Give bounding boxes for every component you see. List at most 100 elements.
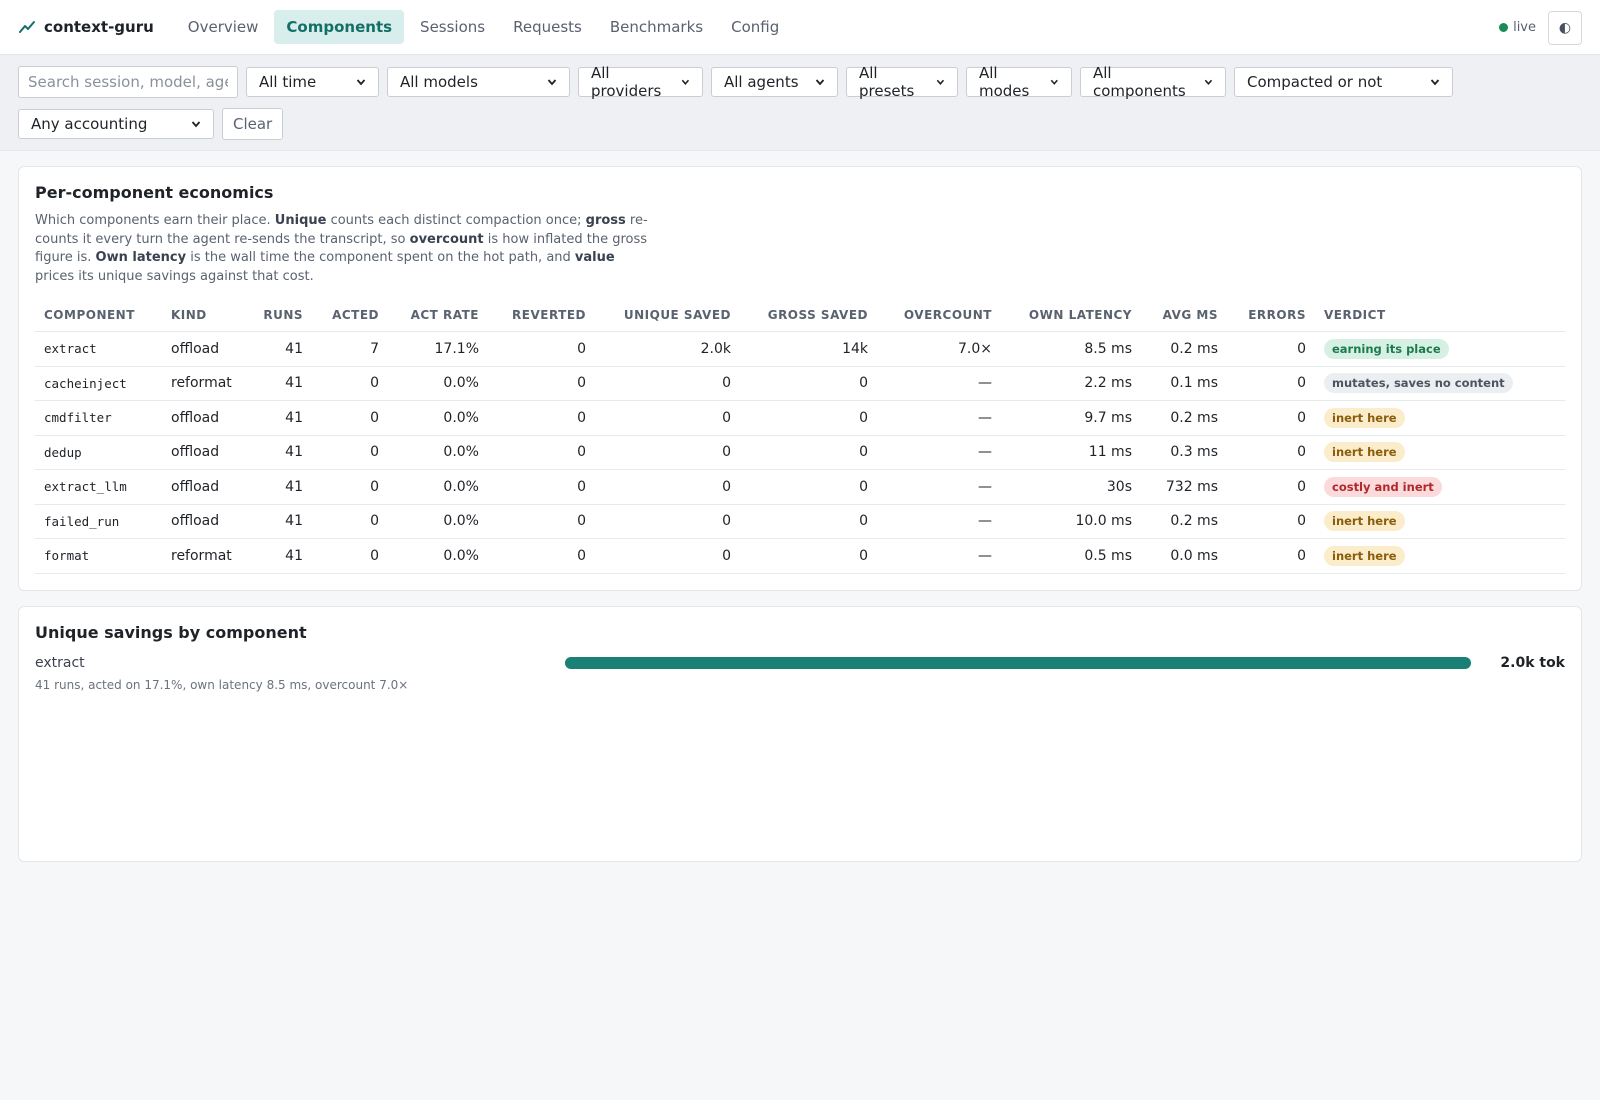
- cell-overcount: —: [877, 366, 1001, 401]
- cell-own-latency: 10.0 ms: [1001, 504, 1141, 539]
- clear-filters-button[interactable]: Clear: [222, 108, 284, 140]
- cell-component: cacheinject: [35, 366, 162, 401]
- cell-own-latency: 30s: [1001, 469, 1141, 505]
- chevron-down-icon: [815, 79, 825, 86]
- col-component[interactable]: COMPONENT: [35, 302, 162, 332]
- table-row[interactable]: cmdfilter offload 41 0 0.0% 0 0 0—9.7 ms 0.2 ms 0…: [35, 400, 1565, 436]
- cell-own-latency: 11 ms: [1001, 435, 1141, 470]
- savings-item-value: 2.0k tok: [1500, 654, 1565, 671]
- col-overcount[interactable]: OVERCOUNT: [877, 302, 1001, 332]
- table-row[interactable]: dedup offload 41 0 0.0% 0 0 0—11 ms 0.3 ms 0 inert…: [35, 435, 1565, 470]
- tab-sessions[interactable]: Sessions: [408, 10, 497, 44]
- table-row[interactable]: cacheinject reformat 41 0 0.0% 0 0 0—2.2 ms 0.1 …: [35, 366, 1565, 401]
- cell-acted: 0: [312, 469, 388, 505]
- components-select[interactable]: All components: [1080, 64, 1226, 100]
- cell-verdict: mutates, saves no content: [1315, 366, 1565, 401]
- cell-avg-ms: 0.2 ms: [1141, 504, 1227, 539]
- modes-select-value: All modes: [979, 64, 1030, 100]
- cell-runs: 41: [250, 366, 312, 401]
- presets-select[interactable]: All presets: [846, 64, 958, 100]
- filter-bar: All time All models All providers All ag…: [0, 55, 1600, 151]
- cell-runs: 41: [250, 435, 312, 470]
- cell-act-rate: 0.0%: [388, 504, 488, 539]
- live-dot-icon: [1499, 23, 1509, 32]
- models-select[interactable]: All models: [387, 67, 570, 97]
- cell-avg-ms: 0.2 ms: [1141, 400, 1227, 436]
- col-errors[interactable]: ERRORS: [1227, 302, 1315, 332]
- chevron-down-icon: [1430, 79, 1440, 86]
- cell-component: dedup: [35, 435, 162, 470]
- col-acted[interactable]: ACTED: [312, 302, 388, 332]
- col-act-rate[interactable]: ACT RATE: [388, 302, 488, 332]
- chevron-down-icon: [1204, 79, 1213, 85]
- compaction-select-value: Compacted or not: [1247, 73, 1383, 91]
- cell-runs: 41: [250, 469, 312, 505]
- time-select[interactable]: All time: [246, 67, 379, 97]
- verdict-badge: mutates, saves no content: [1324, 373, 1513, 394]
- cell-act-rate: 0.0%: [388, 366, 488, 401]
- cell-acted: 0: [312, 538, 388, 574]
- cell-runs: 41: [250, 538, 312, 574]
- providers-select[interactable]: All providers: [578, 64, 703, 100]
- tab-components[interactable]: Components: [274, 10, 405, 44]
- col-gross-saved[interactable]: GROSS SAVED: [740, 302, 877, 332]
- col-runs[interactable]: RUNS: [250, 302, 312, 332]
- cell-component: cmdfilter: [35, 400, 162, 436]
- agents-select[interactable]: All agents: [711, 67, 838, 97]
- cell-unique-saved: 2.0k: [595, 331, 740, 367]
- tab-benchmarks[interactable]: Benchmarks: [598, 10, 715, 44]
- brand[interactable]: context-guru: [18, 18, 154, 36]
- cell-own-latency: 9.7 ms: [1001, 400, 1141, 436]
- chevron-down-icon: [547, 79, 557, 86]
- trend-logo-icon: [19, 21, 35, 33]
- cell-act-rate: 17.1%: [388, 331, 488, 367]
- cell-acted: 0: [312, 400, 388, 436]
- tab-requests[interactable]: Requests: [501, 10, 594, 44]
- tab-config[interactable]: Config: [719, 10, 791, 44]
- time-select-value: All time: [259, 73, 317, 91]
- cell-avg-ms: 0.3 ms: [1141, 435, 1227, 470]
- cell-component: extract_llm: [35, 469, 162, 505]
- chevron-down-icon: [191, 121, 201, 128]
- cell-reverted: 0: [488, 435, 595, 470]
- modes-select[interactable]: All modes: [966, 64, 1072, 100]
- cell-unique-saved: 0: [595, 435, 740, 470]
- app-name: context-guru: [44, 18, 154, 36]
- cell-errors: 0: [1227, 435, 1315, 470]
- presets-select-value: All presets: [859, 64, 915, 100]
- table-header-row: COMPONENT KIND RUNS ACTED ACT RATE REVER…: [35, 302, 1565, 332]
- table-row[interactable]: extract offload 41 7 17.1% 0 2.0k 14k 7.0× 8.5 ms…: [35, 331, 1565, 367]
- cell-overcount: —: [877, 400, 1001, 436]
- economics-card: Per-component economics Which components…: [18, 166, 1582, 591]
- col-kind[interactable]: KIND: [162, 302, 250, 332]
- theme-toggle-button[interactable]: ◐: [1548, 10, 1582, 45]
- search-input[interactable]: [18, 66, 238, 98]
- accounting-select[interactable]: Any accounting: [18, 109, 214, 139]
- chevron-down-icon: [1051, 79, 1059, 85]
- cell-reverted: 0: [488, 538, 595, 574]
- col-verdict[interactable]: VERDICT: [1315, 302, 1565, 332]
- savings-bar-track: [565, 656, 1471, 669]
- cell-act-rate: 0.0%: [388, 435, 488, 470]
- cell-verdict: earning its place: [1315, 331, 1565, 367]
- cell-errors: 0: [1227, 538, 1315, 574]
- cell-overcount: —: [877, 538, 1001, 574]
- cell-overcount: 7.0×: [877, 331, 1001, 367]
- cell-verdict: inert here: [1315, 538, 1565, 574]
- cell-act-rate: 0.0%: [388, 400, 488, 436]
- providers-select-value: All providers: [591, 64, 662, 100]
- col-own-latency[interactable]: OWN LATENCY: [1001, 302, 1141, 332]
- cell-errors: 0: [1227, 504, 1315, 539]
- cell-unique-saved: 0: [595, 504, 740, 539]
- table-row[interactable]: extract_llm offload 41 0 0.0% 0 0 0—30s 732 ms 0 c…: [35, 469, 1565, 505]
- compaction-select[interactable]: Compacted or not: [1234, 67, 1453, 97]
- col-unique-saved[interactable]: UNIQUE SAVED: [595, 302, 740, 332]
- col-reverted[interactable]: REVERTED: [488, 302, 595, 332]
- cell-kind: offload: [162, 469, 250, 505]
- col-avg-ms[interactable]: AVG MS: [1141, 302, 1227, 332]
- savings-title: Unique savings by component: [35, 622, 307, 642]
- table-row[interactable]: failed_run offload 41 0 0.0% 0 0 0—10.0 ms 0.2 m…: [35, 504, 1565, 539]
- table-row[interactable]: format reformat 41 0 0.0% 0 0 0—0.5 ms 0.0 ms 0 in…: [35, 538, 1565, 574]
- cell-overcount: —: [877, 435, 1001, 470]
- tab-overview[interactable]: Overview: [176, 10, 271, 44]
